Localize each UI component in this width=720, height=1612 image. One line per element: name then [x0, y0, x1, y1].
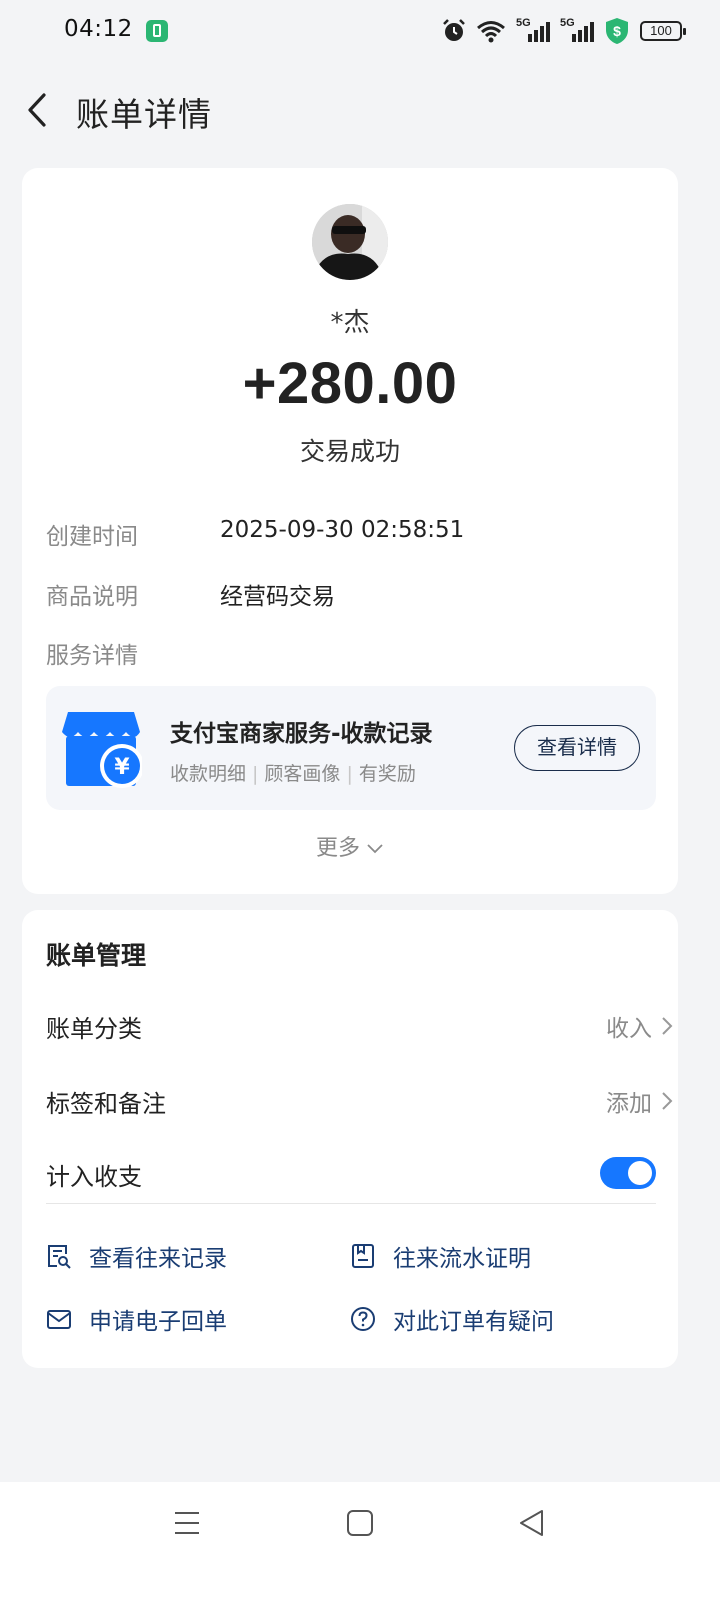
link-label: 查看往来记录 [89, 1246, 227, 1272]
flow-proof-link[interactable]: 往来流水证明 [350, 1239, 531, 1273]
payer-name: *杰 [330, 308, 370, 338]
back-triangle-icon[interactable] [517, 1508, 547, 1538]
signal-icon: 5G [560, 17, 594, 44]
product-desc-value: 经营码交易 [220, 584, 335, 610]
created-time-value: 2025-09-30 02:58:51 [220, 517, 465, 543]
status-icons: 5G 5G $ 100 [442, 16, 686, 46]
bill-management-card [22, 910, 678, 1368]
view-records-link[interactable]: 查看往来记录 [46, 1239, 227, 1273]
more-label: 更多 [315, 836, 360, 861]
service-tag: 收款明细 [170, 763, 247, 785]
e-receipt-link[interactable]: 申请电子回单 [46, 1302, 227, 1336]
wifi-icon [477, 21, 505, 43]
view-detail-button[interactable]: 查看详情 [514, 725, 640, 771]
bill-category-label[interactable]: 账单分类 [46, 1009, 142, 1044]
document-icon [352, 1244, 374, 1268]
chevron-right-icon[interactable] [660, 1015, 674, 1037]
bill-category-value[interactable]: 收入 [606, 1009, 652, 1043]
service-tag: 有奖励 [358, 763, 416, 785]
shop-yuan-icon: ¥ [62, 712, 142, 788]
chevron-right-icon[interactable] [660, 1090, 674, 1112]
mail-icon [47, 1310, 71, 1329]
question-icon [351, 1307, 375, 1331]
section-title: 账单管理 [46, 941, 147, 970]
chevron-down-icon [367, 844, 383, 854]
tags-notes-value[interactable]: 添加 [606, 1084, 652, 1118]
avatar[interactable] [312, 204, 388, 280]
divider [46, 1203, 656, 1204]
svg-text:$: $ [613, 23, 621, 39]
shield-dollar-icon: $ [606, 18, 628, 44]
more-toggle[interactable]: 更多 [0, 830, 700, 862]
service-tag: 顾客画像 [264, 763, 341, 785]
service-detail-label: 服务详情 [46, 643, 138, 669]
signal-icon: 5G [516, 17, 550, 44]
transaction-status: 交易成功 [299, 437, 400, 466]
include-in-stats-label: 计入收支 [46, 1163, 142, 1191]
status-time: 04:12 [64, 16, 133, 42]
link-label: 申请电子回单 [89, 1309, 227, 1335]
svg-text:¥: ¥ [114, 755, 130, 780]
order-question-link[interactable]: 对此订单有疑问 [350, 1302, 554, 1336]
created-time-label: 创建时间 [46, 524, 138, 550]
app-battery-icon [146, 20, 168, 42]
menu-icon[interactable] [172, 1508, 202, 1538]
page-title: 账单详情 [76, 95, 212, 134]
record-search-icon [48, 1245, 71, 1269]
product-desc-label: 商品说明 [46, 584, 138, 610]
transaction-amount: +280.00 [242, 351, 458, 416]
tags-notes-label[interactable]: 标签和备注 [46, 1084, 166, 1119]
home-square-icon[interactable] [345, 1508, 375, 1538]
service-title: 支付宝商家服务-收款记录 [170, 721, 433, 747]
battery-icon: 100 [640, 21, 686, 41]
alarm-icon [443, 19, 465, 41]
back-chevron-left-icon[interactable] [22, 92, 54, 128]
link-label: 对此订单有疑问 [393, 1309, 554, 1335]
link-label: 往来流水证明 [393, 1246, 531, 1272]
system-nav-bar [0, 1482, 720, 1612]
include-in-stats-toggle[interactable] [600, 1157, 656, 1189]
service-tags: 收款明细 | 顾客画像 | 有奖励 [170, 763, 416, 785]
